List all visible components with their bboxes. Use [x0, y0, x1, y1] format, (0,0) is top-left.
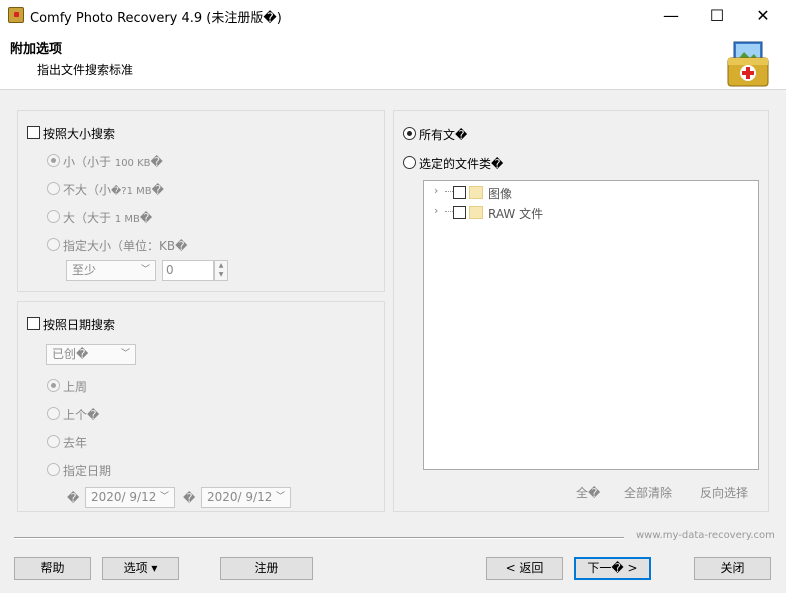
chevron-down-icon: ﹀ [275, 492, 285, 502]
all-files-radio[interactable] [403, 127, 416, 140]
date-to-label: � [183, 491, 196, 505]
spin-up-icon[interactable]: ▲ [215, 261, 227, 270]
selected-types-radio[interactable] [403, 156, 416, 169]
invert-selection-button[interactable]: 反向选择 [700, 484, 748, 501]
date-last-month-label: 上个� [63, 408, 100, 422]
spin-down-icon[interactable]: ▼ [215, 270, 227, 279]
tree-item-raw[interactable]: › RAW 文件 [424, 203, 758, 221]
all-files-label: 所有文� [419, 128, 468, 142]
date-last-week-radio[interactable] [47, 379, 60, 392]
close-button[interactable]: 关闭 [694, 557, 771, 580]
clear-all-button[interactable]: 全部清除 [624, 484, 672, 501]
date-search-checkbox[interactable] [27, 317, 40, 330]
date-last-year-label: 去年 [63, 436, 88, 450]
size-small-radio[interactable] [47, 154, 60, 167]
size-limit-combo[interactable]: 至少 ﹀ [66, 260, 156, 281]
tree-item-images[interactable]: › 图像 [424, 183, 758, 201]
tree-checkbox-images[interactable] [453, 186, 466, 199]
date-type-combo[interactable]: 已创� ﹀ [46, 344, 136, 365]
register-button[interactable]: 注册 [220, 557, 313, 580]
date-custom-label: 指定日期 [63, 464, 112, 478]
date-last-week-label: 上周 [63, 380, 88, 394]
size-search-checkbox[interactable] [27, 126, 40, 139]
close-icon: ✕ [756, 5, 770, 25]
date-type-value: 已创� [52, 347, 89, 361]
size-value-input[interactable]: 0 [162, 260, 214, 281]
first-aid-kit-photo-icon [727, 41, 769, 87]
selected-types-label: 选定的文件类� [419, 157, 504, 171]
chevron-down-icon: ﹀ [159, 492, 169, 502]
chevron-down-icon: ﹀ [120, 349, 130, 359]
chevron-down-icon: ﹀ [140, 265, 150, 275]
size-medium-radio[interactable] [47, 182, 60, 195]
date-from-value: 2020/ 9/12 [91, 490, 157, 504]
chevron-right-icon[interactable]: › [434, 204, 438, 217]
size-value-text: 0 [166, 263, 174, 277]
date-last-month-radio[interactable] [47, 407, 60, 420]
size-large-label: 大（大于 1 MB� [63, 211, 153, 225]
size-limit-value: 至少 [72, 263, 97, 277]
maximize-icon: ☐ [709, 5, 725, 25]
next-button[interactable]: 下一� > [574, 557, 651, 580]
select-all-button[interactable]: 全� [576, 484, 600, 501]
file-type-tree[interactable]: › 图像 › RAW 文件 [423, 180, 759, 470]
date-from-picker[interactable]: 2020/ 9/12 ﹀ [85, 487, 175, 508]
size-value-spinner[interactable]: ▲ ▼ [214, 260, 228, 281]
tree-connector [445, 191, 453, 192]
wizard-header: 附加选项 指出文件搜索标准 [0, 30, 786, 90]
size-medium-label: 不大（小�?1 MB� [63, 183, 164, 197]
tree-checkbox-raw[interactable] [453, 206, 466, 219]
date-to-value: 2020/ 9/12 [207, 490, 273, 504]
folder-icon [469, 186, 483, 199]
page-subtitle: 指出文件搜索标准 [37, 63, 134, 77]
app-icon [8, 7, 24, 23]
tree-label-raw: RAW 文件 [488, 207, 544, 221]
back-button[interactable]: < 返回 [486, 557, 563, 580]
minimize-button[interactable]: — [648, 0, 694, 30]
maximize-button[interactable]: ☐ [694, 0, 740, 30]
minimize-icon: — [663, 5, 679, 25]
tree-label-images: 图像 [488, 187, 513, 201]
title-bar: Comfy Photo Recovery 4.9 (未注册版�) — ☐ ✕ [0, 0, 786, 30]
help-button[interactable]: 帮助 [14, 557, 91, 580]
size-search-label: 按照大小搜索 [43, 127, 116, 141]
page-title: 附加选项 [10, 42, 63, 57]
window-title: Comfy Photo Recovery 4.9 (未注册版�) [30, 11, 282, 26]
date-from-label: � [67, 491, 80, 505]
watermark-text: www.my-data-recovery.com [636, 530, 775, 541]
date-custom-radio[interactable] [47, 463, 60, 476]
footer-separator [14, 537, 624, 539]
size-large-radio[interactable] [47, 210, 60, 223]
options-button[interactable]: 选项 ▾ [102, 557, 179, 580]
chevron-right-icon[interactable]: › [434, 184, 438, 197]
date-last-year-radio[interactable] [47, 435, 60, 448]
close-window-button[interactable]: ✕ [740, 0, 786, 30]
date-to-picker[interactable]: 2020/ 9/12 ﹀ [201, 487, 291, 508]
size-custom-label: 指定大小（单位：KB� [63, 239, 188, 253]
size-custom-radio[interactable] [47, 238, 60, 251]
size-small-label: 小（小于 100 KB� [63, 155, 163, 169]
folder-icon [469, 206, 483, 219]
tree-connector [445, 211, 453, 212]
date-search-label: 按照日期搜索 [43, 318, 116, 332]
